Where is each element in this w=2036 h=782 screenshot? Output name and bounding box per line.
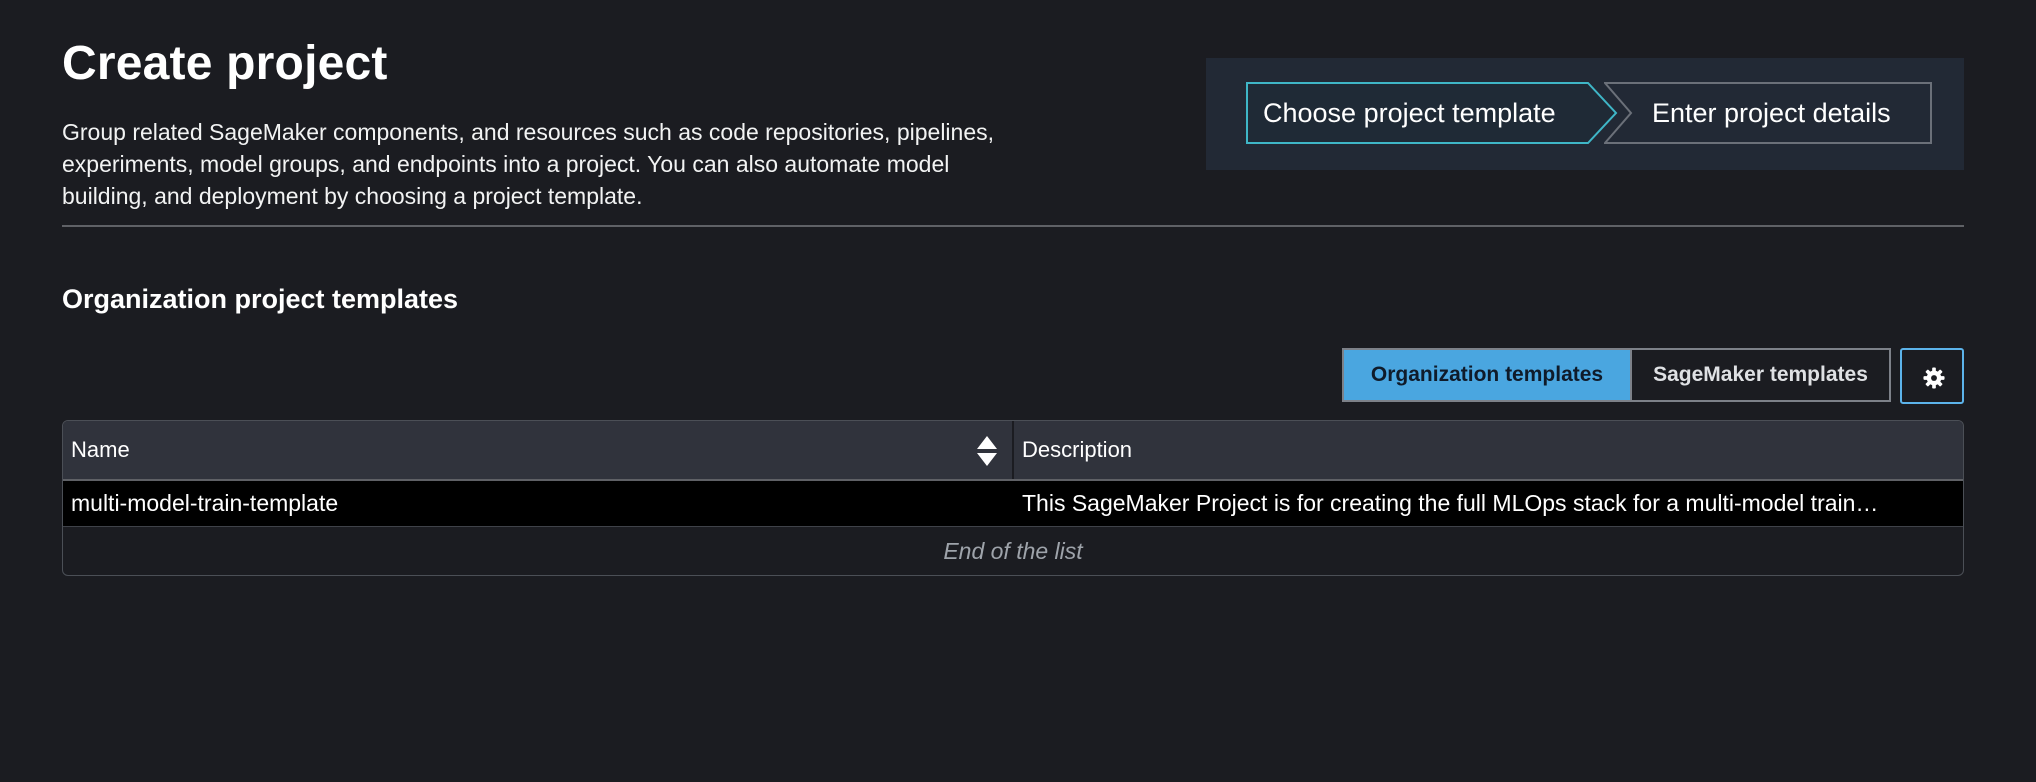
- gear-icon: [1923, 367, 1945, 389]
- step-choose-project-template[interactable]: Choose project template: [1246, 82, 1618, 144]
- table-settings-button[interactable]: [1900, 348, 1964, 404]
- column-divider[interactable]: [1012, 421, 1014, 479]
- section-title: Organization project templates: [62, 284, 459, 314]
- page-title: Create project: [62, 37, 388, 90]
- wizard-stepper: Choose project template Enter project de…: [1206, 58, 1964, 170]
- project-templates-table: Name Description multi-model-train-templ…: [62, 420, 1964, 576]
- page-description: Group related SageMaker components, and …: [62, 119, 995, 209]
- step-enter-project-details[interactable]: Enter project details: [1604, 82, 1932, 144]
- template-name-cell: multi-model-train-template: [71, 490, 339, 516]
- header-divider: [62, 225, 1964, 227]
- column-header-name[interactable]: Name: [71, 421, 130, 479]
- sort-up-down-icon[interactable]: [976, 435, 998, 467]
- step-label: Enter project details: [1652, 98, 1891, 128]
- step-label: Choose project template: [1263, 98, 1556, 128]
- table-header: Name Description: [63, 421, 1963, 481]
- template-description-cell: This SageMaker Project is for creating t…: [1022, 490, 1879, 516]
- table-row[interactable]: multi-model-train-template This SageMake…: [63, 481, 1963, 527]
- template-source-toggle: Organization templates SageMaker templat…: [1342, 348, 1891, 402]
- organization-templates-button[interactable]: Organization templates: [1344, 350, 1630, 400]
- end-of-list-text: End of the list: [943, 538, 1083, 564]
- column-header-description: Description: [1022, 437, 1133, 462]
- create-project-page: Create project Group related SageMaker c…: [0, 0, 2036, 782]
- sagemaker-templates-button[interactable]: SageMaker templates: [1630, 350, 1889, 400]
